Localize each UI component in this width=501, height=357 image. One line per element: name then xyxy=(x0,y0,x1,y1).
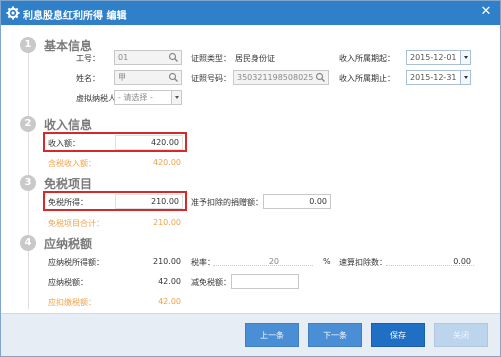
tax-relief-field[interactable] xyxy=(231,274,299,289)
section-title-income: 收入信息 xyxy=(44,118,93,132)
gear-icon xyxy=(6,6,20,20)
donation-field[interactable]: 0.00 xyxy=(263,194,331,209)
donation-label: 准予扣除的捐赠额： xyxy=(191,198,263,207)
name-field[interactable]: 甲 xyxy=(114,70,182,85)
chevron-down-icon[interactable] xyxy=(460,71,470,84)
period-end-label: 收入所属期止： xyxy=(339,74,395,83)
save-button[interactable]: 保存 xyxy=(371,323,425,347)
step-number-3: 3 xyxy=(20,175,36,191)
chevron-down-icon[interactable] xyxy=(171,91,181,104)
period-end-date[interactable]: 2015-12-31 xyxy=(406,70,471,85)
window-title: 利息股息红利所得 编辑 xyxy=(23,11,127,22)
exempt-income-value: 210.00 xyxy=(151,197,179,206)
taxable-amount-value: 210.00 xyxy=(153,257,181,266)
section-title-exempt: 免税项目 xyxy=(44,177,93,191)
tax-withheld-value: 42.00 xyxy=(158,297,181,306)
next-record-button[interactable]: 下一条 xyxy=(308,323,362,347)
name-value: 甲 xyxy=(118,73,126,82)
dialog-footer: 上一条 下一条 保存 关闭 xyxy=(1,313,500,356)
form-body: 1 基本信息 工号： 01 姓名： 甲 虚拟纳税人： - 请选择 - 证照类型：… xyxy=(1,25,500,313)
taxable-income-label: 含税收入额： xyxy=(48,159,96,168)
tax-rate-unit: % xyxy=(323,257,331,266)
employee-id-field[interactable]: 01 xyxy=(114,50,182,65)
tax-relief-label: 减免税额： xyxy=(191,278,231,287)
quick-deduction-label: 速算扣除数： xyxy=(339,258,387,267)
search-icon[interactable] xyxy=(315,72,326,83)
exempt-total-value: 210.00 xyxy=(153,218,181,227)
step-number-1: 1 xyxy=(20,37,36,53)
exempt-income-label: 免税所得： xyxy=(48,198,88,207)
search-icon[interactable] xyxy=(168,52,179,63)
virtual-taxpayer-select[interactable]: - 请选择 - xyxy=(114,90,182,105)
employee-id-value: 01 xyxy=(118,53,129,62)
donation-value: 0.00 xyxy=(309,197,327,206)
period-start-value: 2015-12-01 xyxy=(410,53,457,62)
chevron-down-icon[interactable] xyxy=(460,51,470,64)
tax-withheld-label: 应扣缴税额： xyxy=(48,298,96,307)
close-icon[interactable]: ✕ xyxy=(478,4,494,20)
tax-payable-value: 42.00 xyxy=(158,277,181,286)
tax-payable-label: 应纳税额： xyxy=(48,278,88,287)
exempt-total-label: 免税项目合计： xyxy=(48,219,104,228)
cert-type-label: 证照类型： xyxy=(191,54,231,63)
close-button[interactable]: 关闭 xyxy=(434,323,488,347)
period-end-value: 2015-12-31 xyxy=(410,73,457,82)
quick-deduction-value: 0.00 xyxy=(453,257,471,266)
virtual-taxpayer-placeholder: - 请选择 - xyxy=(118,93,153,102)
taxable-amount-label: 应纳税所得额： xyxy=(48,258,104,267)
income-amount-label: 收入额： xyxy=(48,139,80,148)
step-number-4: 4 xyxy=(20,235,36,251)
taxable-income-value: 420.00 xyxy=(153,158,181,167)
cert-number-value: 350321198508025625 xyxy=(237,73,313,82)
tax-rate-value: 20 xyxy=(268,257,279,266)
previous-record-button[interactable]: 上一条 xyxy=(245,323,299,347)
edit-dialog: 利息股息红利所得 编辑 ✕ 1 基本信息 工号： 01 姓名： 甲 虚拟纳税人：… xyxy=(0,0,501,357)
title-bar: 利息股息红利所得 编辑 ✕ xyxy=(1,1,500,25)
step-timeline xyxy=(28,39,29,309)
income-amount-field[interactable]: 420.00 xyxy=(115,135,183,150)
tax-rate-label: 税率： xyxy=(191,258,215,267)
cert-number-label: 证照号码： xyxy=(191,74,231,83)
section-title-tax: 应纳税额 xyxy=(44,237,93,251)
exempt-income-field[interactable]: 210.00 xyxy=(115,194,183,209)
income-amount-value: 420.00 xyxy=(151,138,179,147)
cert-type-value: 居民身份证 xyxy=(235,54,275,63)
period-start-date[interactable]: 2015-12-01 xyxy=(406,50,471,65)
search-icon[interactable] xyxy=(168,72,179,83)
section-title-basic: 基本信息 xyxy=(44,39,93,53)
period-start-label: 收入所属期起： xyxy=(339,54,395,63)
name-label: 姓名： xyxy=(76,74,100,83)
cert-number-field[interactable]: 350321198508025625 xyxy=(233,70,329,85)
step-number-2: 2 xyxy=(20,116,36,132)
employee-id-label: 工号： xyxy=(76,54,100,63)
